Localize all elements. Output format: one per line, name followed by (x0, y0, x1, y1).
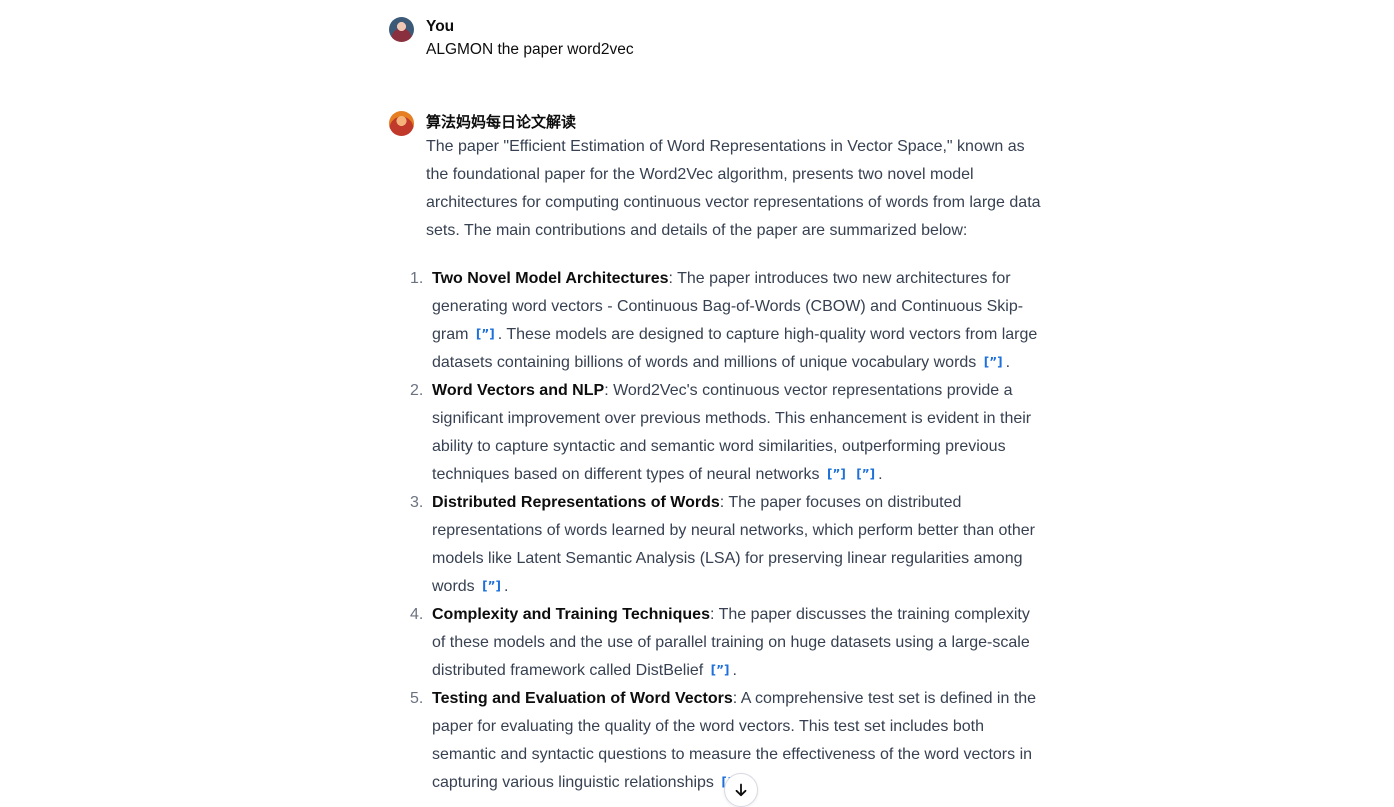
point-title: Word Vectors and NLP (432, 382, 605, 399)
point-title: Testing and Evaluation of Word Vectors (432, 690, 733, 707)
citation-quote-icon[interactable]: [”] (480, 579, 503, 593)
contribution-list: 1. Two Novel Model Architectures: The pap… (410, 265, 1041, 797)
list-number: 5. (410, 690, 424, 707)
list-number: 2. (410, 382, 424, 399)
list-number: 3. (410, 494, 424, 511)
point-text: . (503, 578, 509, 595)
citation-quote-icon[interactable]: [”] (825, 467, 848, 481)
list-number: 4. (410, 606, 424, 623)
citation-quote-icon[interactable]: [”] (474, 327, 497, 341)
assistant-avatar (389, 111, 414, 136)
list-item: 3. Distributed Representations of Words: … (410, 489, 1041, 601)
scroll-to-bottom-button[interactable] (724, 773, 758, 807)
citation-quote-icon[interactable]: [”] (982, 355, 1005, 369)
point-title: Two Novel Model Architectures (432, 270, 669, 287)
user-author-name: You (426, 18, 455, 35)
user-avatar (389, 17, 414, 42)
point-text: . (1005, 354, 1011, 371)
assistant-message-body: The paper "Efficient Estimation of Word … (410, 133, 1041, 797)
citation-quote-icon[interactable]: [”] (854, 467, 877, 481)
point-text: . (732, 662, 737, 679)
list-item: 4. Complexity and Training Techniques: Th… (410, 601, 1041, 685)
list-item: 2. Word Vectors and NLP: Word2Vec's conti… (410, 377, 1041, 489)
user-message-text: ALGMON the paper word2vec (426, 41, 634, 58)
list-item: 1. Two Novel Model Architectures: The pap… (410, 265, 1041, 377)
chat-thread: You ALGMON the paper word2vec 算法妈妈每日论文解读… (0, 0, 1394, 807)
point-text: . These models are designed to capture h… (432, 326, 1038, 371)
point-title: Complexity and Training Techniques (432, 606, 710, 623)
assistant-intro: The paper "Efficient Estimation of Word … (426, 138, 1041, 239)
list-number: 1. (410, 270, 424, 287)
point-text: . (878, 466, 883, 483)
arrow-down-icon (733, 782, 749, 798)
citation-quote-icon[interactable]: [”] (709, 663, 732, 677)
point-title: Distributed Representations of Words (432, 494, 720, 511)
assistant-author-name: 算法妈妈每日论文解读 (426, 113, 577, 131)
